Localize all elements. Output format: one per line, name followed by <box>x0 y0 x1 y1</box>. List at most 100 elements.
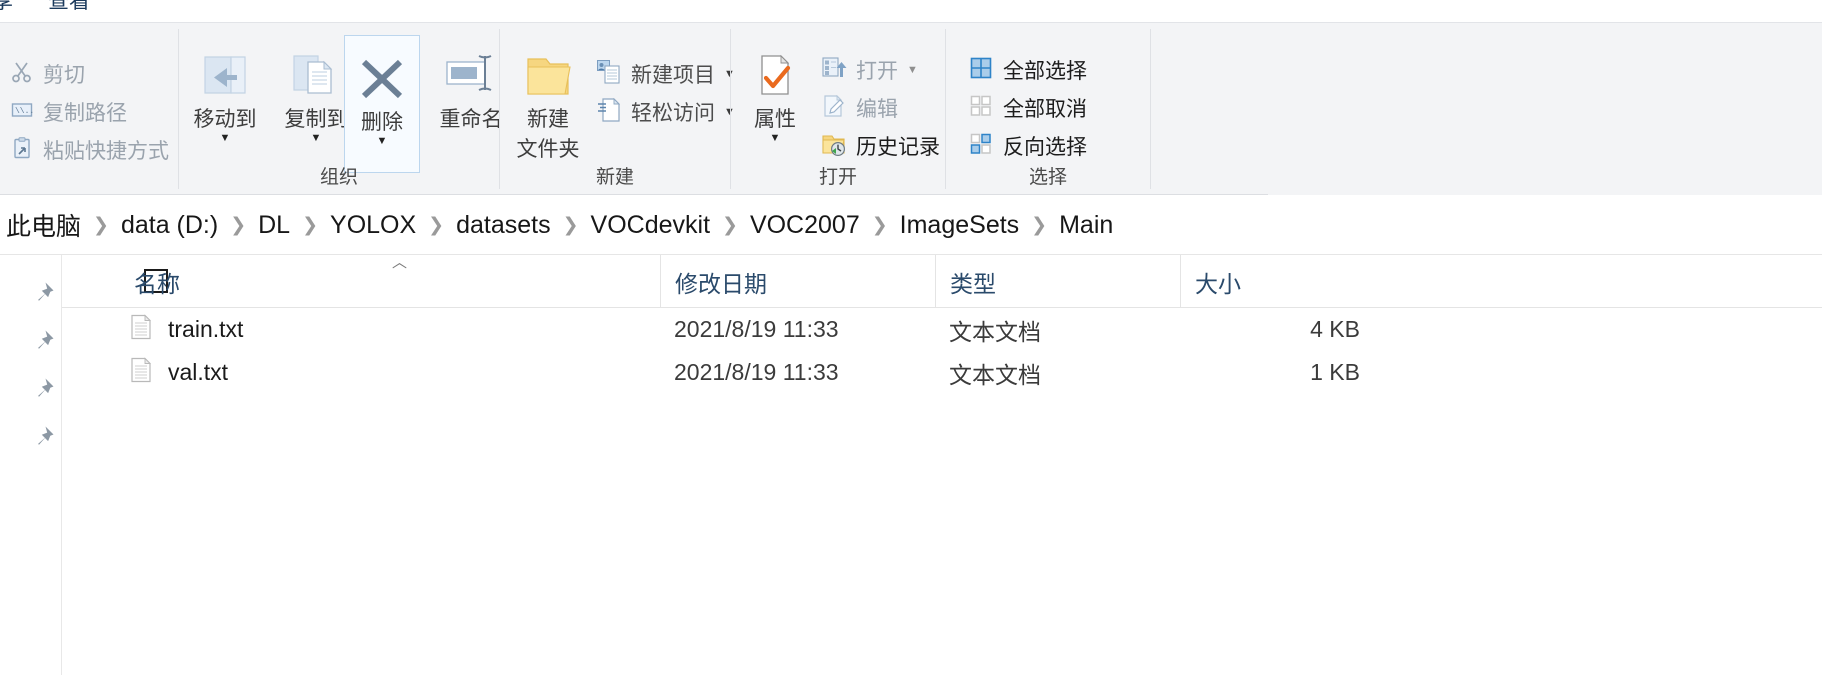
select-all-icon <box>968 55 994 86</box>
text-file-icon <box>130 356 152 389</box>
open-button[interactable]: 打开 ▼ <box>817 53 922 87</box>
paste-shortcut-icon <box>10 136 34 165</box>
cut-label: 剪切 <box>43 64 85 87</box>
tab-share-clipped[interactable]: 享 <box>0 0 13 15</box>
group-label-select: 选择 <box>1028 167 1067 188</box>
history-label: 历史记录 <box>856 136 940 159</box>
delete-label: 删除 <box>361 111 403 134</box>
history-button[interactable]: 历史记录 <box>817 129 944 163</box>
ribbon: 剪切 \\.. 复制路径 粘贴快捷方式 移动到 ▼ 复制到 ▼ 删除 ▼ 重命名… <box>0 22 1822 195</box>
address-bar[interactable]: 此电脑 ❯ data (D:) ❯ DL ❯ YOLOX ❯ datasets ❯ VOCdevki… <box>0 196 1822 254</box>
scissors-icon <box>10 60 34 89</box>
breadcrumb-item[interactable]: ImageSets <box>894 209 1026 242</box>
breadcrumb-item[interactable]: YOLOX <box>324 209 422 242</box>
cell-type: 文本文档 <box>949 318 1041 345</box>
breadcrumb-separator: ❯ <box>1031 214 1048 236</box>
properties-caret-icon[interactable]: ▼ <box>733 133 817 144</box>
edit-label: 编辑 <box>856 98 898 121</box>
breadcrumb-item[interactable]: 此电脑 <box>0 205 87 245</box>
breadcrumb: 此电脑 ❯ data (D:) ❯ DL ❯ YOLOX ❯ datasets ❯ VOCdevki… <box>0 205 1119 245</box>
cut-button[interactable]: 剪切 <box>6 57 89 91</box>
table-row[interactable]: train.txt 2021/8/19 11:33 文本文档 4 KB <box>62 308 1822 351</box>
group-label-organize: 组织 <box>319 167 358 188</box>
ribbon-group-clipboard: 剪切 \\.. 复制路径 粘贴快捷方式 <box>0 23 178 195</box>
open-caret-icon[interactable]: ▼ <box>907 64 918 76</box>
history-icon <box>821 131 847 162</box>
file-explorer-window: 享 查看 剪切 \\.. 复制路径 粘贴快捷方式 移动到 ▼ 复制到 ▼ 删除 … <box>0 0 1822 675</box>
properties-icon <box>733 45 817 103</box>
breadcrumb-item[interactable]: Main <box>1053 209 1119 242</box>
svg-text:\\..: \\.. <box>15 107 34 116</box>
pin-icon[interactable] <box>30 280 56 306</box>
breadcrumb-separator: ❯ <box>428 214 445 236</box>
new-folder-label-line1: 新建 <box>527 108 569 131</box>
paste-shortcut-label: 粘贴快捷方式 <box>43 140 169 163</box>
group-divider-5 <box>1150 29 1151 189</box>
edit-icon <box>821 93 847 124</box>
pin-icon[interactable] <box>30 424 56 450</box>
open-icon <box>821 55 847 86</box>
move-to-icon <box>183 45 267 103</box>
breadcrumb-separator: ❯ <box>722 214 738 236</box>
delete-button[interactable]: 删除 ▼ <box>344 35 420 173</box>
ribbon-group-new: 新建 文件夹 新建项目 ▼ <box>500 23 735 195</box>
breadcrumb-item[interactable]: DL <box>252 209 296 242</box>
new-item-button[interactable]: 新建项目 ▼ <box>592 57 739 91</box>
column-header-row: ︿ 名称 修改日期 类型 大小 <box>62 255 1822 308</box>
breadcrumb-separator: ❯ <box>871 214 888 236</box>
table-row[interactable]: val.txt 2021/8/19 11:33 文本文档 1 KB <box>62 351 1822 394</box>
file-name: val.txt <box>168 359 229 385</box>
navigation-pane <box>0 255 62 675</box>
select-all-label: 全部选择 <box>1003 60 1087 83</box>
breadcrumb-separator: ❯ <box>562 214 579 236</box>
new-item-icon <box>596 59 622 90</box>
breadcrumb-separator: ❯ <box>230 214 247 236</box>
paste-shortcut-button[interactable]: 粘贴快捷方式 <box>6 133 173 167</box>
column-header-name[interactable]: 名称 <box>120 255 660 308</box>
column-header-type[interactable]: 类型 <box>935 255 1180 308</box>
move-to-label: 移动到 <box>193 108 257 131</box>
file-list-pane: ︿ 名称 修改日期 类型 大小 train.txt 2021/8/19 11:33… <box>0 254 1822 675</box>
new-folder-icon <box>506 45 590 103</box>
select-none-button[interactable]: 全部取消 <box>964 91 1091 125</box>
cell-modified-date: 2021/8/19 11:33 <box>674 316 839 342</box>
select-none-icon <box>968 93 994 124</box>
breadcrumb-item[interactable]: data (D:) <box>115 209 224 242</box>
copy-path-icon: \\.. <box>10 98 34 127</box>
edit-button[interactable]: 编辑 <box>817 91 902 125</box>
ribbon-group-select: 全部选择 全部取消 反向选择 选择 <box>946 23 1150 195</box>
cell-name[interactable]: val.txt <box>130 356 229 389</box>
new-item-label: 新建项目 <box>631 64 715 87</box>
move-to-button[interactable]: 移动到 ▼ <box>183 45 267 144</box>
open-label: 打开 <box>856 60 898 83</box>
breadcrumb-item[interactable]: VOCdevkit <box>585 209 716 242</box>
move-to-caret-icon[interactable]: ▼ <box>183 133 267 144</box>
cell-type: 文本文档 <box>949 361 1041 388</box>
easy-access-button[interactable]: 轻松访问 ▼ <box>592 95 739 129</box>
invert-selection-button[interactable]: 反向选择 <box>964 129 1091 163</box>
tab-view-clipped[interactable]: 查看 <box>48 0 90 15</box>
column-header-date[interactable]: 修改日期 <box>660 255 935 308</box>
easy-access-label: 轻松访问 <box>631 102 715 125</box>
delete-caret-icon[interactable]: ▼ <box>345 136 419 147</box>
pin-icon[interactable] <box>30 376 56 402</box>
copy-path-label: 复制路径 <box>43 102 127 125</box>
new-folder-label-line2: 文件夹 <box>516 138 580 161</box>
properties-label: 属性 <box>754 108 796 131</box>
cell-size: 1 KB <box>1310 359 1360 385</box>
group-label-new: 新建 <box>595 167 634 188</box>
breadcrumb-separator: ❯ <box>302 214 319 236</box>
invert-selection-icon <box>968 131 994 162</box>
copy-path-button[interactable]: \\.. 复制路径 <box>6 95 131 129</box>
properties-button[interactable]: 属性 ▼ <box>733 45 817 144</box>
pin-icon[interactable] <box>30 328 56 354</box>
breadcrumb-item[interactable]: VOC2007 <box>744 209 866 242</box>
breadcrumb-separator: ❯ <box>93 214 109 236</box>
cell-name[interactable]: train.txt <box>130 313 243 346</box>
select-all-button[interactable]: 全部选择 <box>964 53 1091 87</box>
breadcrumb-item[interactable]: datasets <box>450 209 557 242</box>
new-folder-button[interactable]: 新建 文件夹 <box>506 45 590 163</box>
ribbon-group-organize: 移动到 ▼ 复制到 ▼ 删除 ▼ 重命名 组织 <box>179 23 503 195</box>
cell-modified-date: 2021/8/19 11:33 <box>674 359 839 385</box>
column-header-size[interactable]: 大小 <box>1180 255 1375 308</box>
